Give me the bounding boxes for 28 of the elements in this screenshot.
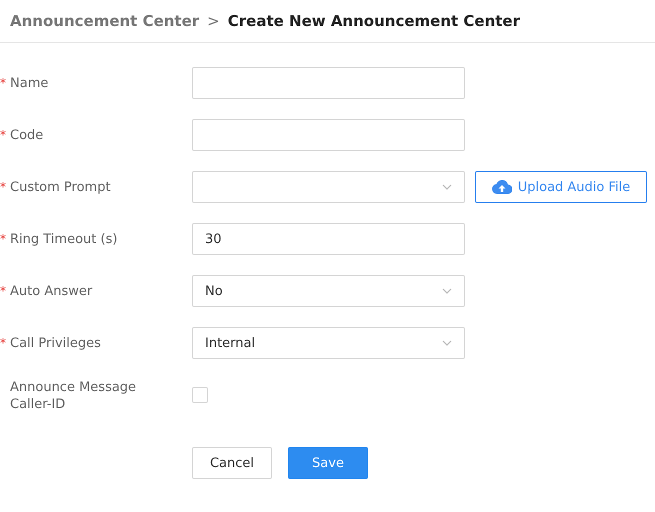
- chevron-down-icon: [442, 184, 452, 190]
- input-field[interactable]: [192, 119, 465, 151]
- page-title: Create New Announcement Center: [228, 12, 520, 30]
- required-mark: *: [0, 76, 7, 90]
- required-mark: *: [0, 284, 7, 298]
- input-field[interactable]: [192, 67, 465, 99]
- select-field[interactable]: [192, 171, 465, 203]
- input-field[interactable]: 30: [192, 223, 465, 255]
- field-label: Call Privileges: [10, 336, 101, 350]
- breadcrumb-separator: >: [207, 12, 220, 30]
- field-label: Code: [10, 128, 44, 142]
- required-mark: *: [0, 336, 7, 350]
- field-label: Announce Message Caller-ID: [10, 379, 138, 413]
- required-mark: *: [0, 180, 7, 194]
- field-label: Name: [10, 76, 48, 90]
- chevron-down-icon: [442, 340, 452, 346]
- field-label: Auto Answer: [10, 284, 92, 298]
- checkbox[interactable]: [192, 387, 208, 403]
- select-field[interactable]: No: [192, 275, 465, 307]
- required-mark: *: [0, 232, 7, 246]
- chevron-down-icon: [442, 288, 452, 294]
- breadcrumb-link[interactable]: Announcement Center: [10, 12, 200, 30]
- cancel-button[interactable]: Cancel: [192, 447, 272, 479]
- select-field[interactable]: Internal: [192, 327, 465, 359]
- field-label: Ring Timeout (s): [10, 232, 118, 246]
- field-label: Custom Prompt: [10, 180, 111, 194]
- cloud-upload-icon: [492, 180, 512, 194]
- required-mark: *: [0, 128, 7, 142]
